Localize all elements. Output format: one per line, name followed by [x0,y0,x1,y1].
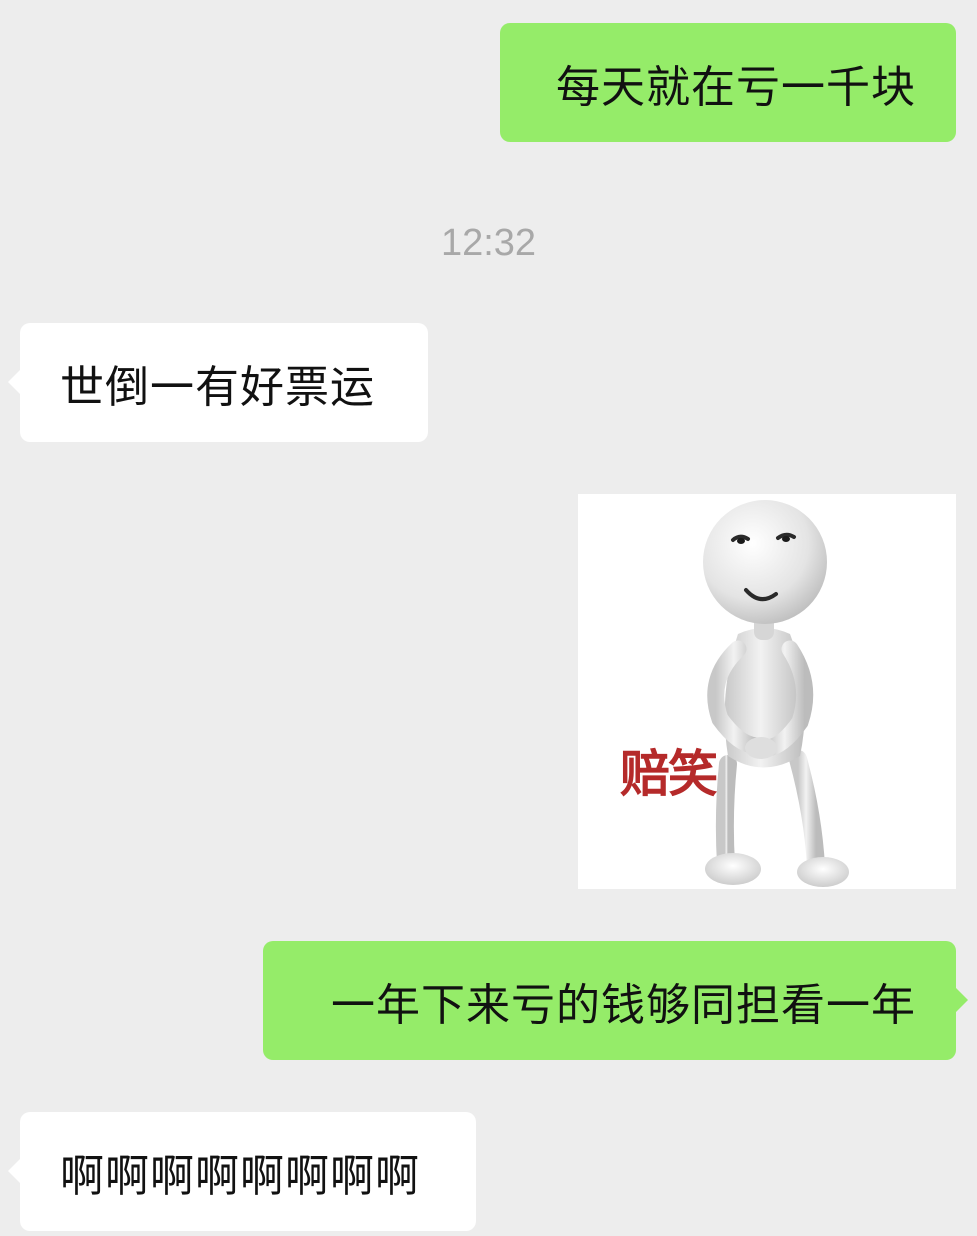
message-text: 每天就在亏一千块 [556,61,916,113]
received-message-bubble[interactable]: 啊啊啊啊啊啊啊啊 [8,1112,476,1231]
sent-message-bubble[interactable]: 每天就在亏一千块 [500,23,956,142]
smiling-stick-figure-sticker [703,500,849,887]
sent-message-bubble[interactable]: 一年下来亏的钱够同担看一年 [263,941,968,1060]
message-text: 啊啊啊啊啊啊啊啊 [60,1150,420,1202]
chat-area: 每天就在亏一千块 12:32 世倒一有好票运 赔笑 一年下来亏的钱够同担看一年 … [0,0,977,1236]
sticker-caption: 赔笑 [620,745,718,803]
sticker-message[interactable]: 赔笑 [578,494,956,889]
message-text: 一年下来亏的钱够同担看一年 [331,979,916,1031]
message-text: 世倒一有好票运 [60,361,375,413]
received-message-bubble[interactable]: 世倒一有好票运 [8,323,428,442]
chat-timestamp: 12:32 [440,222,537,264]
